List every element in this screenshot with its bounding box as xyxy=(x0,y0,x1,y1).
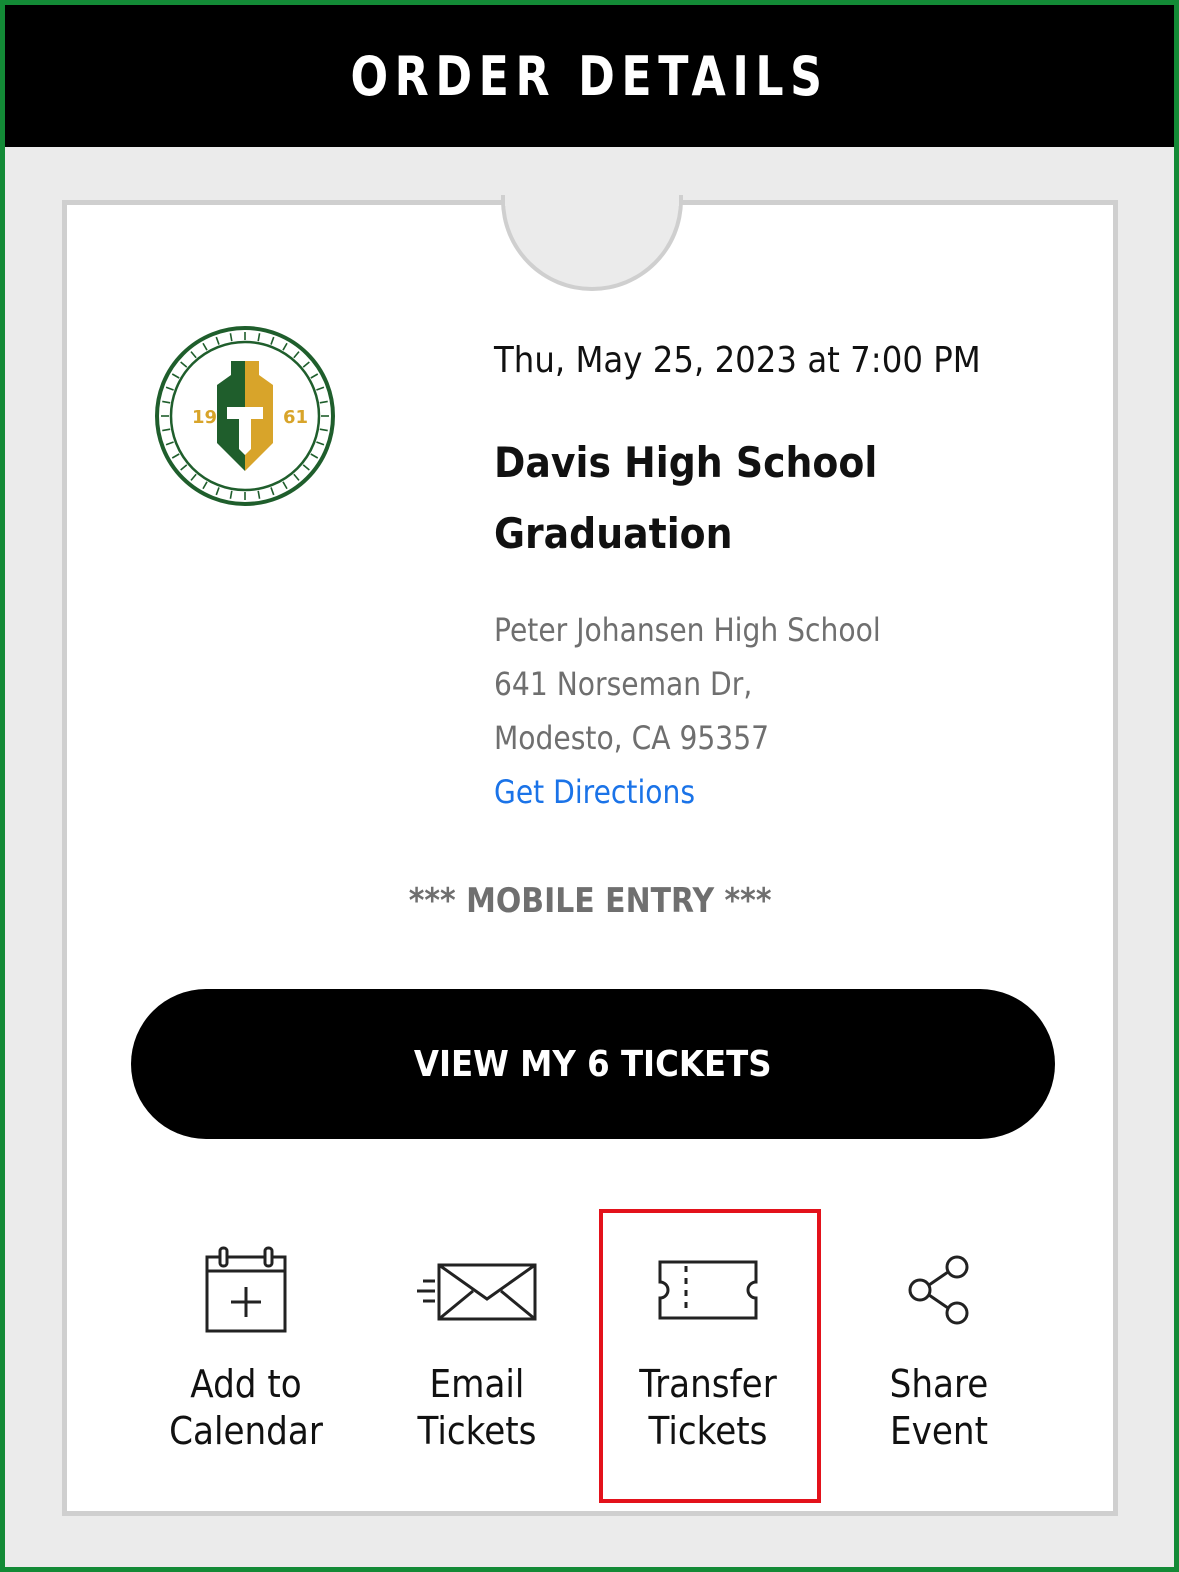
page-title: ORDER DETAILS xyxy=(350,44,829,108)
address-line1: 641 Norseman Dr, xyxy=(494,665,753,703)
page-header: ORDER DETAILS xyxy=(5,5,1174,147)
email-tickets-label: Email Tickets xyxy=(417,1362,537,1453)
calendar-add-icon xyxy=(205,1246,287,1333)
get-directions-link[interactable]: Get Directions xyxy=(494,765,881,819)
screen-frame: ORDER DETAILS 19 61 Thu, May 25, 2023 at… xyxy=(0,0,1179,1572)
entry-type-label: *** MOBILE ENTRY *** xyxy=(408,881,772,921)
ticket-notch xyxy=(501,195,683,291)
view-tickets-button[interactable]: VIEW MY 6 TICKETS xyxy=(131,989,1055,1139)
share-icon xyxy=(908,1255,969,1325)
add-to-calendar-label: Add to Calendar xyxy=(169,1362,323,1453)
share-event-label: Share Event xyxy=(889,1362,989,1453)
event-datetime: Thu, May 25, 2023 at 7:00 PM xyxy=(494,340,981,381)
transfer-highlight-box xyxy=(599,1209,821,1503)
address-line2: Modesto, CA 95357 xyxy=(494,719,770,757)
ticket-card: 19 61 Thu, May 25, 2023 at 7:00 PM Davis… xyxy=(62,195,1118,1516)
view-tickets-label: VIEW MY 6 TICKETS xyxy=(414,1043,772,1085)
share-event-button[interactable]: Share Event xyxy=(824,1245,1054,1455)
email-tickets-button[interactable]: Email Tickets xyxy=(362,1245,592,1455)
event-title: Davis High School Graduation xyxy=(494,438,878,558)
logo-year-right: 61 xyxy=(283,407,308,428)
logo-year-left: 19 xyxy=(192,407,217,428)
email-icon xyxy=(417,1263,537,1321)
venue-address: Peter Johansen High School 641 Norseman … xyxy=(494,603,881,819)
venue-name: Peter Johansen High School xyxy=(494,611,881,649)
school-logo: 19 61 xyxy=(155,326,335,506)
add-to-calendar-button[interactable]: Add to Calendar xyxy=(131,1245,361,1455)
